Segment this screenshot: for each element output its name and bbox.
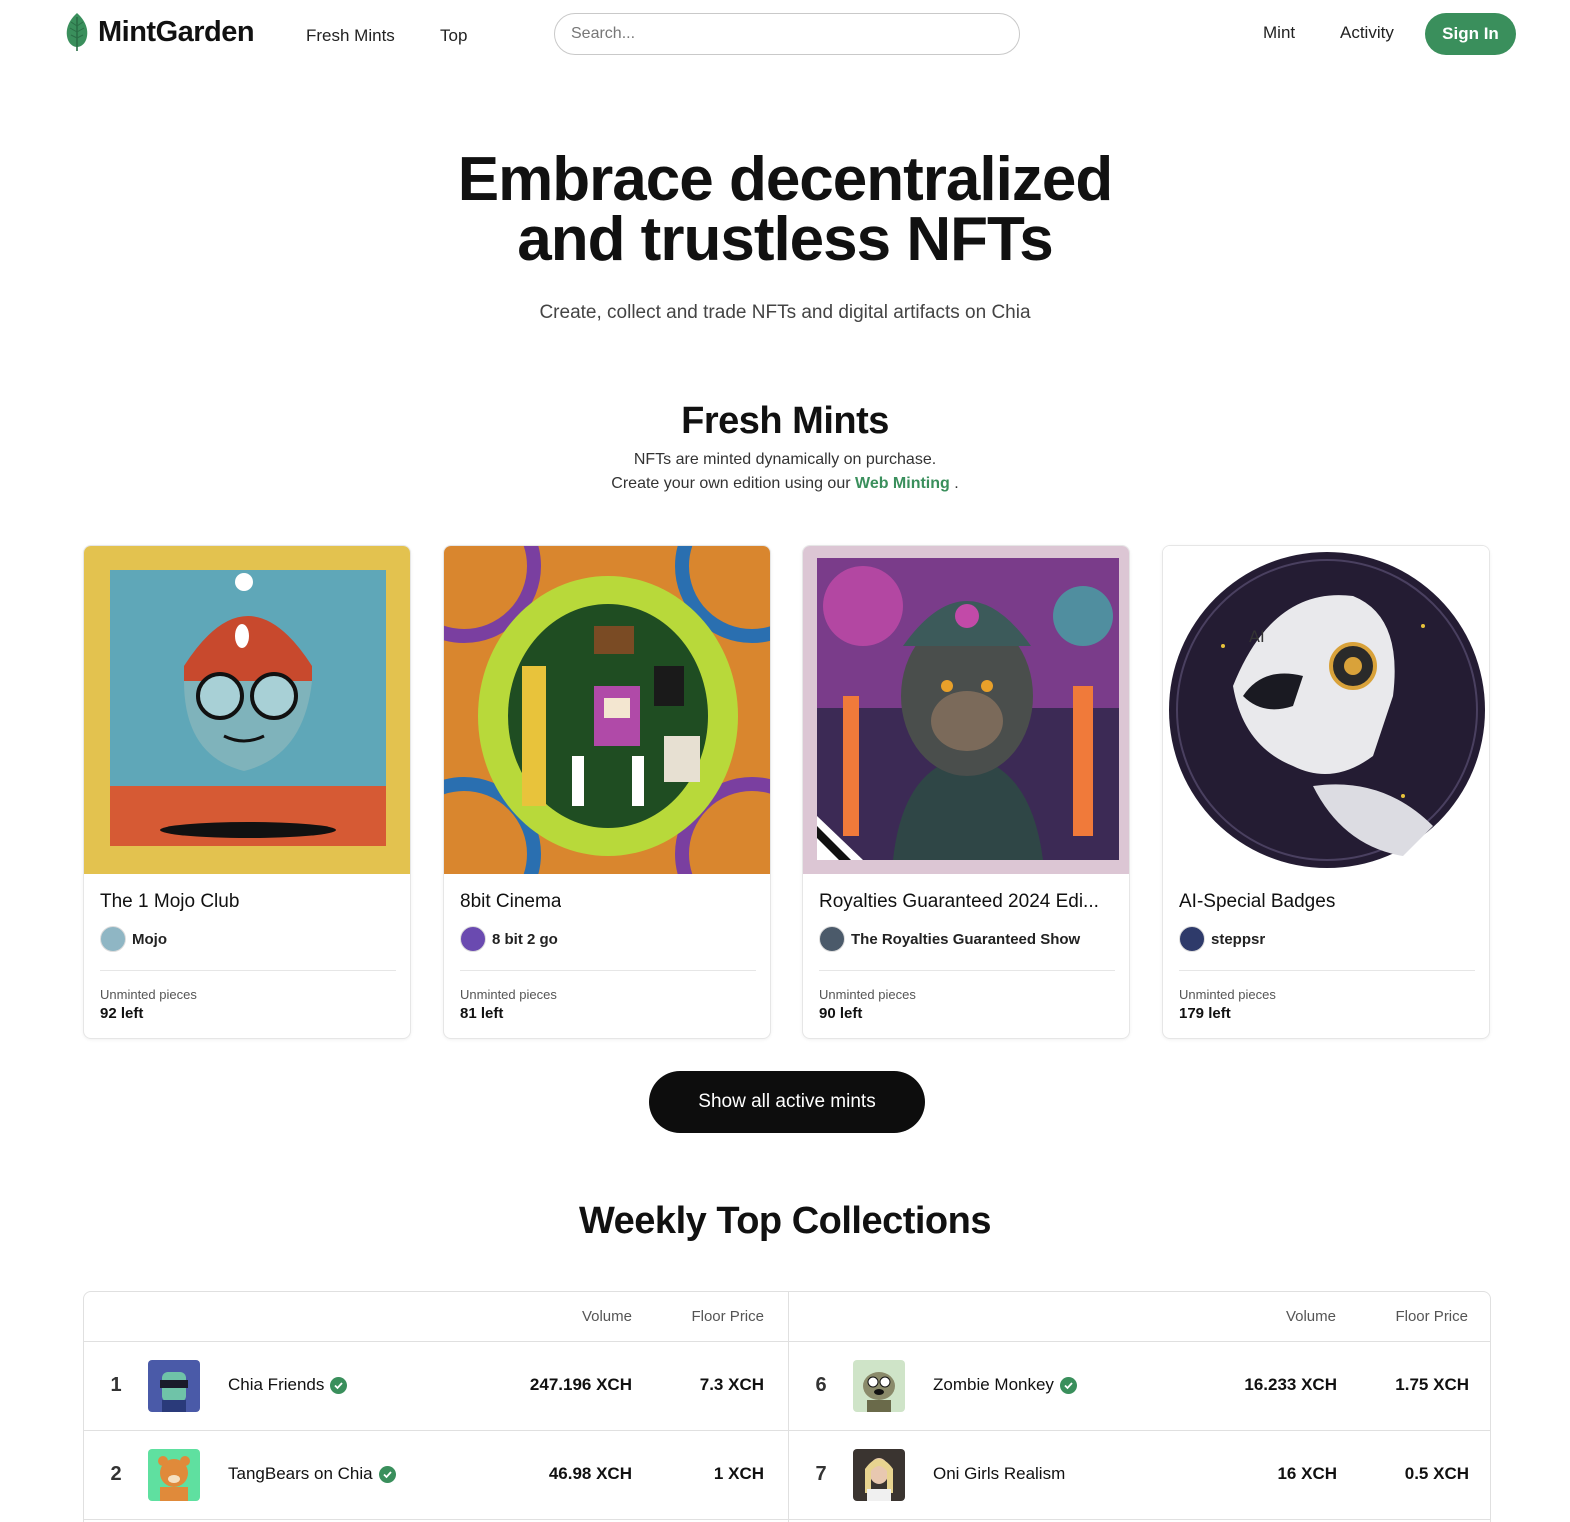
mint-card[interactable]: 8bit Cinema 8 bit 2 go Unminted pieces 8… (443, 545, 771, 1039)
creator[interactable]: The Royalties Guaranteed Show (819, 926, 1080, 952)
rank: 7 (815, 1463, 827, 1485)
svg-text:AI: AI (1249, 627, 1265, 646)
unminted-count: 92 left (100, 1005, 144, 1022)
nav-link-fresh-mints[interactable]: Fresh Mints (306, 26, 395, 46)
creator-name: Mojo (132, 930, 167, 948)
collection-thumbnail (148, 1360, 200, 1412)
table-column-right: Volume Floor Price 6 Zombie Monkey 16.23… (788, 1292, 1490, 1522)
volume-value: 16 XCH (1277, 1464, 1337, 1483)
floor-price-value: 1 XCH (713, 1464, 764, 1483)
hero-subtitle: Create, collect and trade NFTs and digit… (539, 302, 1031, 323)
collection-name: Royalties Guaranteed 2024 Edi... (819, 891, 1099, 912)
nft-image (803, 546, 1129, 874)
avatar (100, 926, 126, 952)
divider (789, 1519, 1490, 1520)
floor-price-value: 7.3 XCH (699, 1375, 764, 1394)
mint-card[interactable]: Royalties Guaranteed 2024 Edi... The Roy… (802, 545, 1130, 1039)
divider (1179, 970, 1475, 971)
unminted-label: Unminted pieces (819, 987, 916, 1002)
table-row[interactable]: 1 Chia Friends 247.196 XCH 7.3 XCH (84, 1342, 788, 1431)
logo[interactable]: MintGarden (64, 12, 255, 52)
sign-in-button[interactable]: Sign In (1425, 13, 1516, 55)
rank: 1 (110, 1374, 122, 1396)
top-collections-table: Volume Floor Price 1 Chia Friends 247.19… (83, 1291, 1491, 1522)
divider (84, 1519, 788, 1520)
nav-link-activity[interactable]: Activity (1340, 23, 1394, 43)
rank: 2 (110, 1463, 122, 1485)
rank: 6 (815, 1374, 827, 1396)
unminted-label: Unminted pieces (460, 987, 557, 1002)
hero-title: Embrace decentralized and trustless NFTs (0, 149, 1570, 271)
nav-link-top[interactable]: Top (440, 26, 467, 46)
top-navbar: MintGarden Fresh Mints Top Mint Activity… (0, 0, 1570, 70)
table-column-left: Volume Floor Price 1 Chia Friends 247.19… (84, 1292, 788, 1522)
divider (819, 970, 1115, 971)
creator[interactable]: steppsr (1179, 926, 1265, 952)
nft-image (444, 546, 770, 874)
collection-name: AI-Special Badges (1179, 891, 1336, 912)
avatar (1179, 926, 1205, 952)
verified-check-icon (378, 1465, 396, 1483)
unminted-label: Unminted pieces (100, 987, 197, 1002)
top-collections-title: Weekly Top Collections (578, 1200, 992, 1242)
desc-suffix: . (954, 475, 959, 492)
floor-price-value: 0.5 XCH (1404, 1464, 1469, 1483)
nft-image (84, 546, 410, 874)
verified-check-icon (330, 1376, 348, 1394)
collection-name: 8bit Cinema (460, 891, 562, 912)
fresh-mints-desc-line2: Create your own edition using our Web Mi… (0, 475, 1570, 493)
collection-thumbnail (853, 1449, 905, 1501)
unminted-count: 81 left (460, 1005, 504, 1022)
show-all-mints-button[interactable]: Show all active mints (649, 1071, 925, 1133)
table-row[interactable]: 7 Oni Girls Realism 16 XCH 0.5 XCH (789, 1431, 1490, 1520)
volume-value: 16.233 XCH (1244, 1375, 1337, 1394)
avatar (460, 926, 486, 952)
collection-name-text: TangBears on Chia (228, 1464, 373, 1483)
logo-text: MintGarden (98, 15, 255, 48)
table-row[interactable]: 6 Zombie Monkey 16.233 XCH 1.75 XCH (789, 1342, 1490, 1431)
creator-name: 8 bit 2 go (492, 930, 558, 948)
nft-image: AI (1163, 546, 1489, 874)
creator[interactable]: Mojo (100, 926, 167, 952)
search-input[interactable] (554, 13, 1020, 55)
collection-name[interactable]: Oni Girls Realism (933, 1464, 1065, 1484)
creator-name: steppsr (1211, 930, 1266, 948)
unminted-count: 90 left (819, 1005, 863, 1022)
collection-name-text: Oni Girls Realism (933, 1464, 1066, 1483)
hero-title-line2: and trustless NFTs (517, 205, 1054, 274)
volume-value: 247.196 XCH (529, 1375, 632, 1394)
unminted-count: 179 left (1179, 1005, 1231, 1022)
creator[interactable]: 8 bit 2 go (460, 926, 558, 952)
collection-name[interactable]: TangBears on Chia (228, 1464, 396, 1484)
fresh-mints-title: Fresh Mints (681, 400, 889, 442)
volume-header[interactable]: Volume (582, 1308, 632, 1325)
collection-name-text: Chia Friends (228, 1375, 325, 1394)
nav-link-mint[interactable]: Mint (1263, 23, 1295, 43)
collection-name[interactable]: Chia Friends (228, 1375, 348, 1395)
floor-price-value: 1.75 XCH (1395, 1375, 1469, 1394)
collection-thumbnail (853, 1360, 905, 1412)
unminted-label: Unminted pieces (1179, 987, 1276, 1002)
collection-name-text: Zombie Monkey (933, 1375, 1054, 1394)
mint-card[interactable]: AI AI-Special Badges steppsr Unminted pi… (1162, 545, 1490, 1039)
floor-price-header[interactable]: Floor Price (691, 1308, 764, 1325)
collection-name: The 1 Mojo Club (100, 891, 240, 912)
creator-name: The Royalties Guaranteed Show (851, 930, 1081, 948)
floor-price-header[interactable]: Floor Price (1395, 1308, 1468, 1325)
volume-value: 46.98 XCH (548, 1464, 632, 1483)
fresh-mints-desc-line1: NFTs are minted dynamically on purchase. (633, 451, 937, 468)
divider (100, 970, 396, 971)
collection-name[interactable]: Zombie Monkey (933, 1375, 1077, 1395)
mint-card[interactable]: The 1 Mojo Club Mojo Unminted pieces 92 … (83, 545, 411, 1039)
collection-thumbnail (148, 1449, 200, 1501)
volume-header[interactable]: Volume (1286, 1308, 1336, 1325)
divider (460, 970, 756, 971)
web-minting-link[interactable]: Web Minting (855, 475, 950, 492)
table-row[interactable]: 2 TangBears on Chia 46.98 XCH 1 XCH (84, 1431, 788, 1520)
verified-check-icon (1059, 1376, 1077, 1394)
avatar (819, 926, 845, 952)
hero-title-line1: Embrace decentralized (457, 145, 1113, 214)
leaf-logo-icon (66, 13, 88, 51)
desc-prefix: Create your own edition using our (611, 475, 851, 492)
